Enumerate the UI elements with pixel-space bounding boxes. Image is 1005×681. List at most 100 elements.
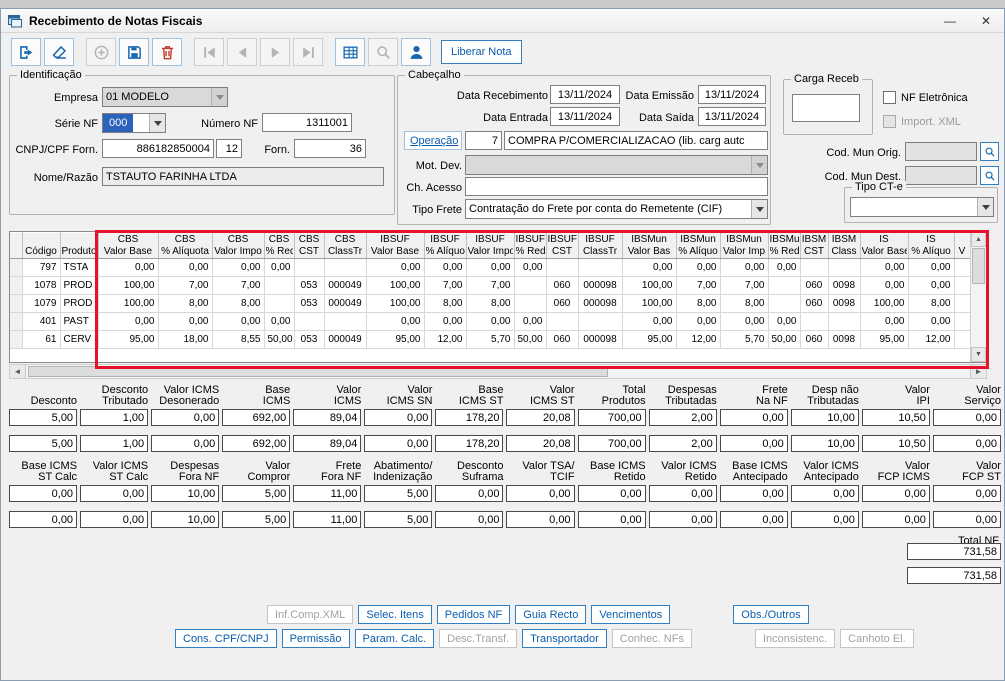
grid-cell: 5,70	[466, 330, 515, 349]
summary-b-value-nf[interactable]: 0,00	[506, 485, 575, 502]
mot-dev-combobox	[465, 155, 768, 175]
cod-mun-dest-search-button[interactable]	[980, 166, 999, 185]
grid-column-header: CBS% Red	[264, 232, 295, 259]
data-entrada-field[interactable]: 13/11/2024	[550, 107, 620, 126]
grid-row[interactable]: 797 TSTA 0,00 0,00 0,00 0,00 0,00 0,00 0,00 0,00 0…	[10, 258, 971, 277]
summary-b-value-nf[interactable]: 0,00	[577, 485, 646, 502]
cod-mun-orig-label: Cod. Mun Orig.	[826, 146, 901, 159]
grid-cell: 060	[800, 276, 829, 295]
cod-mun-orig-search-button[interactable]	[980, 142, 999, 161]
summary-a-value-nf[interactable]: 700,00	[577, 409, 646, 426]
checkbox-box-icon	[883, 115, 896, 128]
summary-b-value-nf[interactable]: 0,00	[790, 485, 859, 502]
grid-row[interactable]: 1079 PROD 100,00 8,00 8,00 053 000049 100,00 8,0…	[10, 294, 971, 313]
summary-a-value-nf[interactable]: 178,20	[435, 409, 504, 426]
pedidos-nf-button[interactable]: Pedidos NF	[436, 605, 511, 624]
cnpj-cpf-field[interactable]: 886182850004	[102, 139, 214, 158]
summary-a-value-nf[interactable]: 20,08	[506, 409, 575, 426]
grid-cell: 100,00	[622, 294, 677, 313]
tipo-cte-value	[851, 198, 977, 216]
fornecedor-field[interactable]: 36	[294, 139, 366, 158]
summary-a-value-calc: 0,00	[719, 435, 788, 452]
summary-a-value-nf[interactable]: 5,00	[9, 409, 78, 426]
param-calc-button[interactable]: Param. Calc.	[354, 629, 435, 648]
summary-b-value-nf[interactable]: 0,00	[435, 485, 504, 502]
summary-b-header: Valor FCP ICMS	[877, 460, 930, 483]
summary-a-value-nf[interactable]: 89,04	[293, 409, 362, 426]
grid-row[interactable]: 401 PAST 0,00 0,00 0,00 0,00 0,00 0,00 0,00 0,00 0…	[10, 312, 971, 331]
numero-nf-field[interactable]: 1311001	[262, 113, 352, 132]
summary-a-value-nf[interactable]: 10,00	[790, 409, 859, 426]
data-entrada-label: Data Entrada	[483, 111, 548, 124]
vencimentos-button[interactable]: Vencimentos	[591, 605, 671, 624]
search-icon	[984, 146, 996, 158]
grid-cell	[828, 258, 861, 277]
data-emissao-field[interactable]: 13/11/2024	[698, 85, 766, 104]
scroll-right-icon[interactable]: ►	[970, 365, 986, 378]
summary-b-value-nf[interactable]: 0,00	[648, 485, 717, 502]
grid-cell: 8,55	[212, 330, 265, 349]
scroll-up-icon[interactable]: ▲	[971, 232, 986, 247]
summary-a-value-nf[interactable]: 0,00	[719, 409, 788, 426]
summary-a-header: Despesas Tributadas	[665, 384, 717, 407]
summary-a-value-nf[interactable]: 10,50	[861, 409, 930, 426]
summary-a-value-nf[interactable]: 0,00	[151, 409, 220, 426]
summary-b-header: Abatimento/ Indenização	[373, 460, 433, 483]
summary-b-value-nf[interactable]: 5,00	[364, 485, 433, 502]
tipo-cte-combobox[interactable]	[850, 197, 994, 217]
summary-a-value-nf[interactable]: 692,00	[222, 409, 291, 426]
horizontal-scroll-thumb[interactable]	[28, 366, 608, 377]
grid-horizontal-scrollbar[interactable]: ◄ ►	[9, 364, 987, 379]
items-grid: Código Produto CBS Valor Base CBS% Alíquota C…	[9, 231, 987, 363]
summary-a-value-nf[interactable]: 1,00	[80, 409, 149, 426]
grid-row[interactable]: 1078 PROD 100,00 7,00 7,00 053 000049 100,00 7,0…	[10, 276, 971, 295]
tipo-frete-combobox[interactable]: Contratação do Frete por conta do Remete…	[465, 199, 768, 219]
summary-b-value-nf[interactable]: 0,00	[861, 485, 930, 502]
nf-eletronica-checkbox[interactable]: NF Eletrônica	[883, 91, 968, 104]
summary-b-value-nf[interactable]: 0,00	[719, 485, 788, 502]
grid-cell: 053	[294, 294, 325, 313]
summary-b-value-nf[interactable]: 5,00	[222, 485, 291, 502]
grid-vertical-scrollbar[interactable]: ▲ ▼	[970, 232, 986, 362]
desktop-background: Recebimento de Notas Fiscais — ✕ Liberar…	[0, 0, 1005, 681]
data-saida-label: Data Saída	[638, 111, 694, 124]
summary-b-value-nf[interactable]: 0,00	[932, 485, 1001, 502]
data-recebimento-field[interactable]: 13/11/2024	[550, 85, 620, 104]
summary-b-value-nf[interactable]: 0,00	[9, 485, 78, 502]
summary-a-header: Total Produtos	[601, 384, 646, 407]
grid-cell: 8,00	[908, 294, 955, 313]
operacao-codigo-field[interactable]: 7	[465, 131, 502, 150]
guia-recto-button[interactable]: Guia Recto	[515, 605, 587, 624]
permiss-o-button[interactable]: Permissão	[281, 629, 350, 648]
cnpj-digito-field[interactable]: 12	[216, 139, 242, 158]
summary-b-value-nf[interactable]: 0,00	[80, 485, 149, 502]
grid-row[interactable]: 61 CERV 95,00 18,00 8,55 50,00 053 000049 95,00 1…	[10, 330, 971, 349]
summary-a-value-nf[interactable]: 0,00	[364, 409, 433, 426]
scroll-down-icon[interactable]: ▼	[971, 347, 986, 362]
grid-cell	[828, 312, 861, 331]
carga-receb-field[interactable]	[792, 94, 860, 122]
cabecalho-group: Cabeçalho Data Recebimento 13/11/2024 Da…	[397, 69, 771, 225]
grid-cell: PROD	[60, 294, 99, 313]
vertical-scroll-thumb[interactable]	[972, 248, 985, 284]
scroll-left-icon[interactable]: ◄	[10, 365, 26, 378]
grid-column-header: IBSMu% Red	[768, 232, 801, 259]
summary-b-value-nf[interactable]: 10,00	[151, 485, 220, 502]
cons-cpf-cnpj-button[interactable]: Cons. CPF/CNPJ	[175, 629, 277, 648]
obs-outros-button[interactable]: Obs./Outros	[733, 605, 809, 624]
numero-nf-label: Número NF	[201, 117, 258, 130]
operacao-descricao-field: COMPRA P/COMERCIALIZACAO (lib. carg autc	[504, 131, 768, 150]
data-saida-field[interactable]: 13/11/2024	[698, 107, 766, 126]
summary-b-value-nf[interactable]: 11,00	[293, 485, 362, 502]
cod-mun-orig-field	[905, 142, 977, 161]
action-buttons-row-2: Cons. CPF/CNPJ Permissão Param. Calc. Desc.…	[175, 629, 914, 648]
transportador-button[interactable]: Transportador	[522, 629, 607, 648]
grid-cell: 0,00	[212, 312, 265, 331]
empresa-label: Empresa	[53, 91, 98, 104]
ch-acesso-field[interactable]	[465, 177, 768, 196]
summary-a-value-nf[interactable]: 0,00	[932, 409, 1001, 426]
selec-itens-button[interactable]: Selec. Itens	[358, 605, 432, 624]
operacao-button[interactable]: Operação	[404, 131, 462, 150]
serie-nf-combobox[interactable]: 000	[102, 113, 166, 133]
summary-a-value-nf[interactable]: 2,00	[648, 409, 717, 426]
